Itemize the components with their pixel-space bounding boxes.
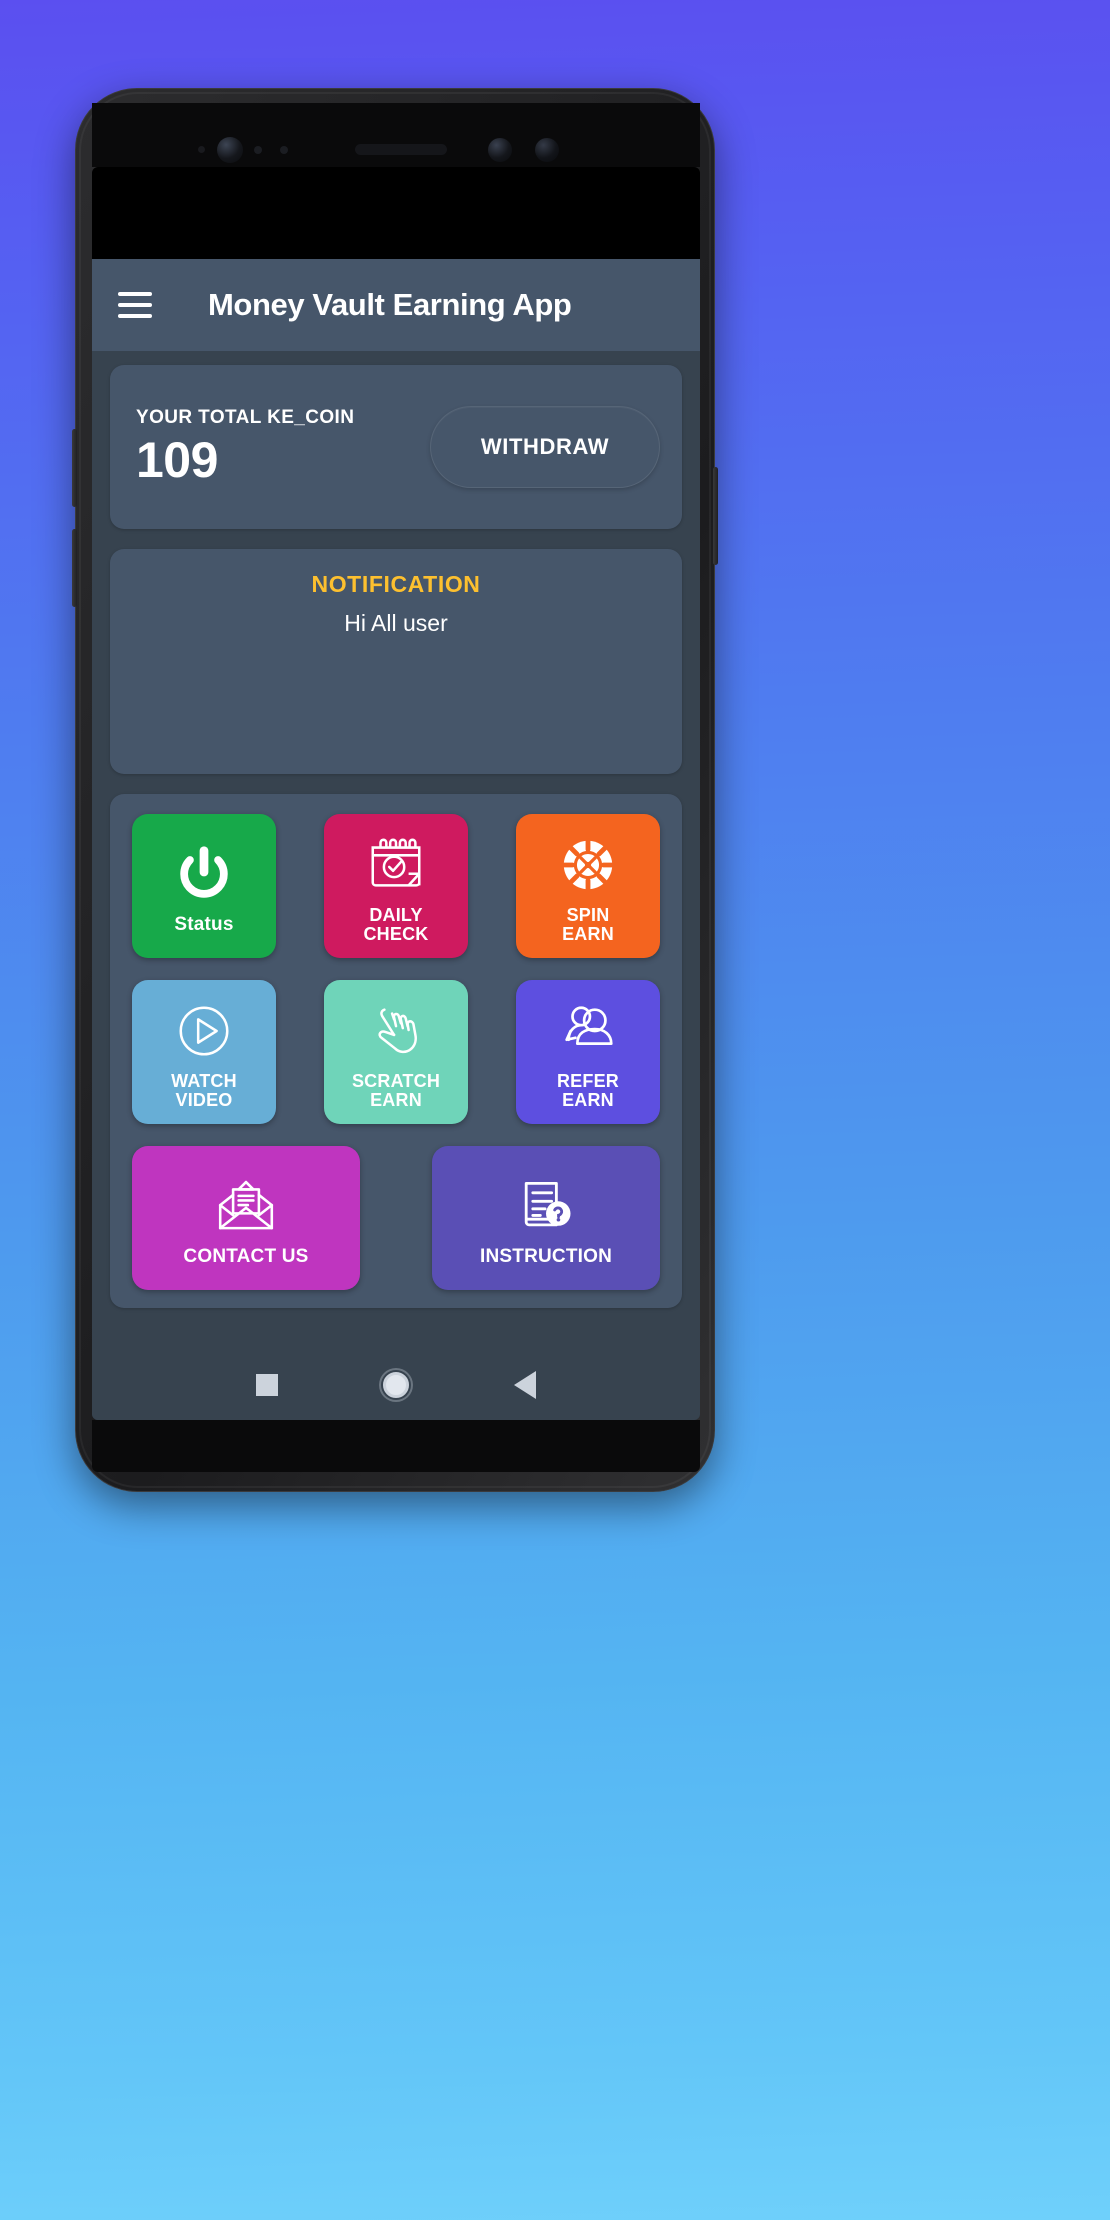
android-navigation-bar [92,1350,700,1420]
tile-instruction[interactable]: INSTRUCTION [432,1146,660,1290]
front-camera-right-icon [488,138,512,162]
phone-top-bezel [92,103,700,167]
tile-label: SPIN EARN [562,905,614,944]
volume-up-button[interactable] [72,429,77,507]
notification-title: NOTIFICATION [311,571,481,597]
notification-message: Hi All user [344,610,448,636]
menu-grid-card: Status DAILY CHECK SPIN EARN WATCH VIDEO… [110,794,682,1308]
spin-wheel-icon [557,828,619,902]
balance-value: 109 [136,432,218,488]
menu-row-3: CONTACT US INSTRUCTION [132,1146,660,1290]
tile-daily-check[interactable]: DAILY CHECK [324,814,468,958]
earpiece-speaker-icon [355,144,447,155]
tile-scratch-earn[interactable]: SCRATCH EARN [324,980,468,1124]
menu-row-2: WATCH VIDEO SCRATCH EARN REFER EARN [132,980,660,1124]
tile-label: REFER EARN [556,1071,619,1110]
two-users-icon [557,994,619,1068]
app-root: Money Vault Earning App YOUR TOTAL KE_CO… [92,259,700,1420]
power-icon [173,837,235,911]
iris-scanner-icon [535,138,559,162]
phone-device: Money Vault Earning App YOUR TOTAL KE_CO… [72,88,718,1492]
open-envelope-icon [211,1169,281,1243]
tile-watch-video[interactable]: WATCH VIDEO [132,980,276,1124]
power-button[interactable] [713,467,718,565]
tile-contact-us[interactable]: CONTACT US [132,1146,360,1290]
tile-label: WATCH VIDEO [171,1071,237,1110]
balance-info: YOUR TOTAL KE_COIN 109 [136,407,354,487]
triangle-back-icon[interactable] [495,1363,555,1407]
tile-status[interactable]: Status [132,814,276,958]
square-recents-icon[interactable] [237,1363,297,1407]
tile-label: Status [174,914,234,936]
hamburger-menu-icon[interactable] [118,292,152,318]
balance-card: YOUR TOTAL KE_COIN 109 WITHDRAW [110,365,682,529]
app-bar: Money Vault Earning App [92,259,700,351]
tile-spin-earn[interactable]: SPIN EARN [516,814,660,958]
proximity-sensor-icon [198,146,205,153]
tile-label: SCRATCH EARN [351,1071,441,1110]
balance-label: YOUR TOTAL KE_COIN [136,407,355,428]
phone-bottom-bezel [92,1420,700,1472]
notification-card: NOTIFICATION Hi All user [110,549,682,774]
calendar-check-icon [365,828,427,902]
phone-screen: Money Vault Earning App YOUR TOTAL KE_CO… [92,167,700,1420]
tile-label: DAILY CHECK [363,905,429,944]
iris-sensor-icon [280,146,288,154]
app-content: YOUR TOTAL KE_COIN 109 WITHDRAW NOTIFICA… [92,351,700,1350]
menu-row-1: Status DAILY CHECK SPIN EARN [132,814,660,958]
withdraw-button[interactable]: WITHDRAW [430,406,660,488]
hand-tap-icon [365,994,427,1068]
page-title: Money Vault Earning App [208,287,572,322]
play-circle-icon [173,994,235,1068]
tile-refer-earn[interactable]: REFER EARN [516,980,660,1124]
circle-home-icon[interactable] [366,1363,426,1407]
tile-label: INSTRUCTION [479,1246,613,1268]
front-camera-left-icon [217,137,243,163]
tile-label: CONTACT US [183,1246,309,1268]
volume-down-button[interactable] [72,529,77,607]
document-question-icon [513,1169,579,1243]
light-sensor-icon [254,146,262,154]
